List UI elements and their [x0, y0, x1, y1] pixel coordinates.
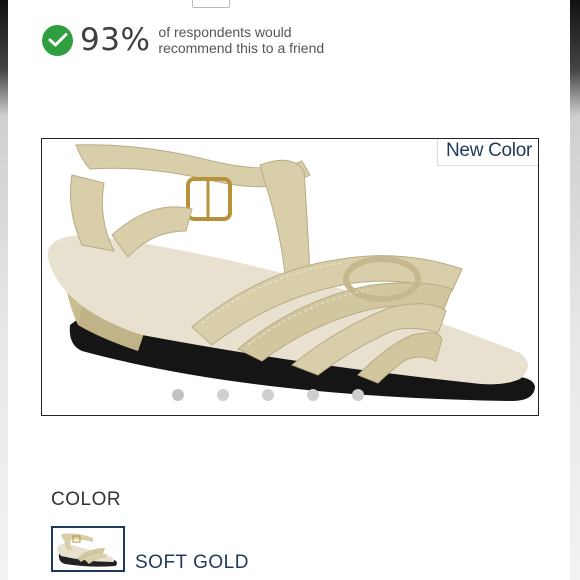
- recommendation-summary: 93% of respondents would recommend this …: [42, 20, 324, 60]
- product-image: [47, 144, 535, 401]
- recommend-caption: of respondents would recommend this to a…: [158, 24, 324, 56]
- selected-color-name: SOFT GOLD: [135, 552, 249, 573]
- partial-control[interactable]: [192, 0, 230, 8]
- carousel-dot-2[interactable]: [217, 389, 229, 401]
- carousel-dot-1[interactable]: [172, 389, 184, 401]
- recommend-caption-line2: recommend this to a friend: [158, 40, 325, 56]
- color-heading: COLOR: [51, 489, 122, 510]
- check-icon: [42, 24, 73, 56]
- carousel-dot-3[interactable]: [262, 389, 274, 401]
- carousel-dot-4[interactable]: [307, 389, 319, 401]
- left-edge: [0, 0, 8, 580]
- new-color-badge: New Color: [437, 139, 538, 166]
- recommend-caption-line1: of respondents would: [158, 24, 292, 40]
- right-edge: [570, 0, 580, 580]
- product-image-carousel[interactable]: New Color: [41, 138, 539, 416]
- product-page: 93% of respondents would recommend this …: [8, 0, 570, 580]
- carousel-dot-5[interactable]: [352, 389, 364, 401]
- swatch-thumbnail: [57, 533, 117, 567]
- recommend-percent: 93%: [80, 22, 151, 58]
- color-swatch-soft-gold[interactable]: [51, 526, 125, 572]
- carousel-dots: [172, 389, 364, 401]
